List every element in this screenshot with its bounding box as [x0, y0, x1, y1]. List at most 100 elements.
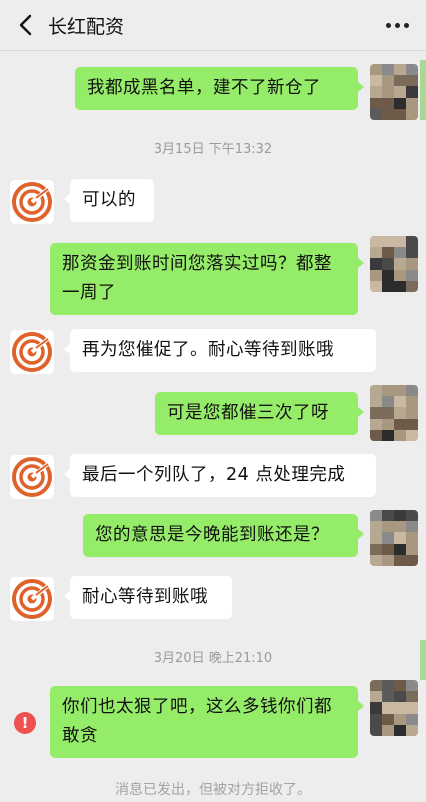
user-avatar[interactable]	[370, 385, 418, 441]
user-avatar[interactable]	[370, 236, 418, 292]
send-failed-icon[interactable]: !	[14, 712, 36, 734]
avatar-pixel	[394, 258, 406, 270]
target-logo-icon	[12, 579, 52, 619]
contact-avatar[interactable]	[10, 577, 54, 621]
avatar-pixel	[394, 396, 406, 408]
rejected-notice: 消息已发出，但被对方拒收了。	[115, 782, 311, 798]
avatar-pixel	[382, 108, 394, 120]
avatar-pixel	[382, 680, 394, 692]
avatar-pixel	[370, 554, 382, 566]
avatar-pixel	[406, 269, 418, 281]
avatar-pixel	[370, 521, 382, 533]
target-logo-icon	[12, 182, 52, 222]
avatar-pixel	[394, 75, 406, 87]
avatar-pixel	[394, 510, 406, 522]
avatar-pixel	[406, 510, 418, 522]
avatar-pixel	[370, 385, 382, 397]
avatar-pixel	[382, 521, 394, 533]
avatar-pixel	[406, 108, 418, 120]
avatar-pixel	[382, 407, 394, 419]
avatar-pixel	[394, 429, 406, 441]
avatar-pixel	[382, 269, 394, 281]
user-avatar[interactable]	[370, 64, 418, 120]
avatar-pixel	[382, 75, 394, 87]
message-bubble-sent[interactable]: 你们也太狠了吧，这么多钱你们都敢贪	[50, 686, 364, 758]
avatar-pixel	[370, 429, 382, 441]
avatar-pixel	[370, 258, 382, 270]
avatar-pixel	[382, 702, 394, 714]
more-dot	[394, 22, 400, 28]
message-bubble-received[interactable]: 最后一个列队了，24 点处理完成	[64, 454, 376, 497]
contact-avatar[interactable]	[10, 180, 54, 224]
scroll-edge-indicator	[420, 60, 426, 120]
avatar-pixel	[406, 429, 418, 441]
scroll-edge-indicator	[420, 640, 426, 680]
avatar-pixel	[394, 236, 406, 248]
avatar-pixel	[406, 724, 418, 736]
avatar-pixel	[382, 724, 394, 736]
avatar-pixel	[382, 691, 394, 703]
avatar-pixel	[394, 680, 406, 692]
message-bubble-received[interactable]: 耐心等待到账哦	[64, 576, 232, 619]
avatar-pixel	[370, 64, 382, 76]
avatar-pixel	[406, 97, 418, 109]
avatar-pixel	[370, 280, 382, 292]
avatar-pixel	[370, 108, 382, 120]
avatar-pixel	[382, 236, 394, 248]
avatar-pixel	[370, 713, 382, 725]
avatar-pixel	[370, 418, 382, 430]
avatar-pixel	[370, 97, 382, 109]
more-button[interactable]	[382, 12, 412, 38]
avatar-pixel	[394, 385, 406, 397]
avatar-pixel	[394, 691, 406, 703]
avatar-pixel	[406, 554, 418, 566]
avatar-pixel	[370, 236, 382, 248]
avatar-pixel	[406, 236, 418, 248]
contact-avatar[interactable]	[10, 330, 54, 374]
message-bubble-received[interactable]: 可以的	[64, 179, 154, 222]
message-bubble-received[interactable]: 再为您催促了。耐心等待到账哦	[64, 329, 376, 372]
avatar-pixel	[406, 680, 418, 692]
avatar-pixel	[370, 532, 382, 544]
avatar-pixel	[394, 532, 406, 544]
back-button[interactable]	[12, 9, 40, 41]
avatar-pixel	[394, 64, 406, 76]
chevron-left-icon	[19, 14, 32, 36]
avatar-pixel	[382, 418, 394, 430]
avatar-pixel	[406, 75, 418, 87]
avatar-pixel	[406, 247, 418, 259]
avatar-pixel	[370, 396, 382, 408]
avatar-pixel	[370, 543, 382, 555]
avatar-pixel	[394, 108, 406, 120]
message-bubble-sent[interactable]: 我都成黑名单，建不了新仓了	[75, 67, 364, 110]
message-bubble-sent[interactable]: 您的意思是今晚能到账还是？	[83, 514, 364, 557]
target-logo-icon	[12, 332, 52, 372]
contact-avatar[interactable]	[10, 455, 54, 499]
user-avatar[interactable]	[370, 680, 418, 736]
avatar-pixel	[394, 280, 406, 292]
chat-title: 长红配资	[48, 16, 125, 38]
avatar-pixel	[406, 385, 418, 397]
message-bubble-sent[interactable]: 那资金到账时间您落实过吗？都整一周了	[50, 243, 364, 315]
avatar-pixel	[406, 713, 418, 725]
avatar-pixel	[406, 418, 418, 430]
avatar-pixel	[406, 396, 418, 408]
avatar-pixel	[370, 75, 382, 87]
avatar-pixel	[394, 269, 406, 281]
avatar-pixel	[406, 258, 418, 270]
avatar-pixel	[406, 532, 418, 544]
avatar-pixel	[370, 702, 382, 714]
timestamp: 3月20日 晚上21:10	[153, 651, 273, 666]
user-avatar[interactable]	[370, 510, 418, 566]
avatar-pixel	[370, 269, 382, 281]
message-bubble-sent[interactable]: 可是您都催三次了呀	[155, 392, 364, 435]
avatar-pixel	[406, 543, 418, 555]
avatar-pixel	[406, 407, 418, 419]
avatar-pixel	[406, 521, 418, 533]
avatar-pixel	[370, 691, 382, 703]
avatar-pixel	[406, 702, 418, 714]
avatar-pixel	[382, 543, 394, 555]
timestamp: 3月15日 下午13:32	[153, 142, 273, 157]
avatar-pixel	[394, 521, 406, 533]
chat-header: 长红配资	[0, 0, 426, 51]
